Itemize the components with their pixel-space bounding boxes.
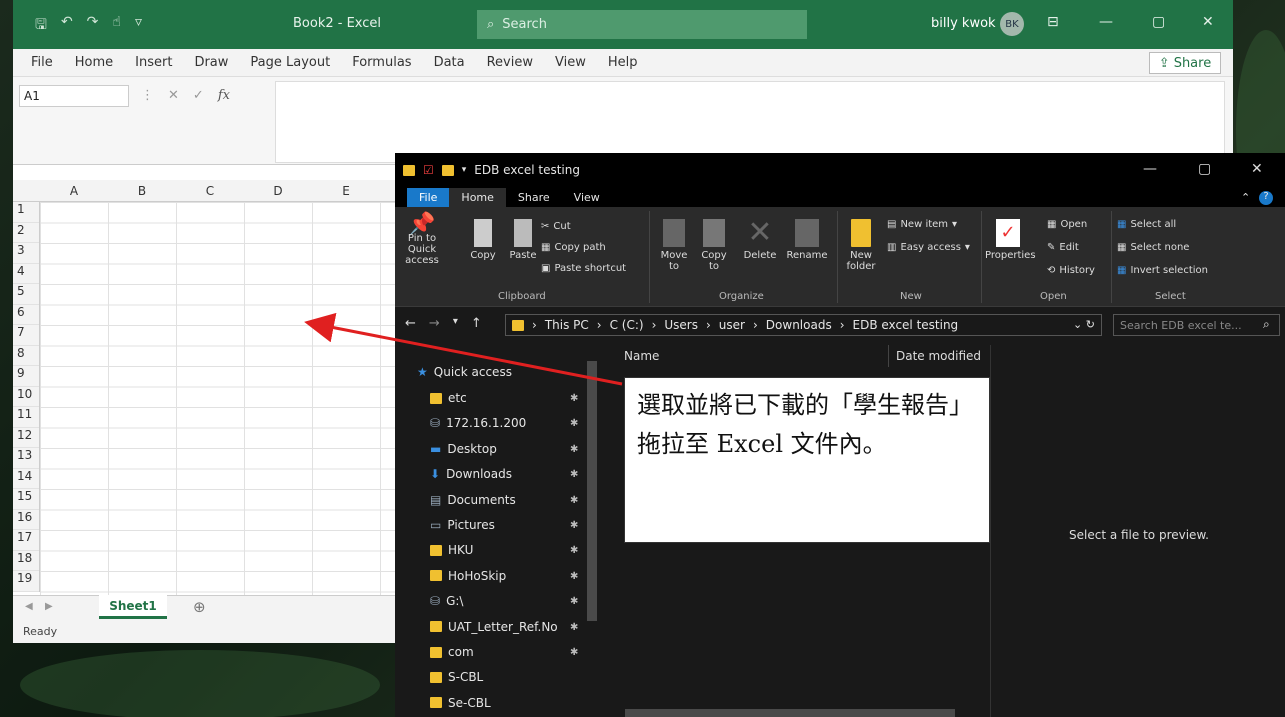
annotation-arrow bbox=[304, 312, 623, 386]
instruction-callout: 選取並將已下載的「學生報告」拖拉至 Excel 文件內。 bbox=[624, 377, 990, 543]
